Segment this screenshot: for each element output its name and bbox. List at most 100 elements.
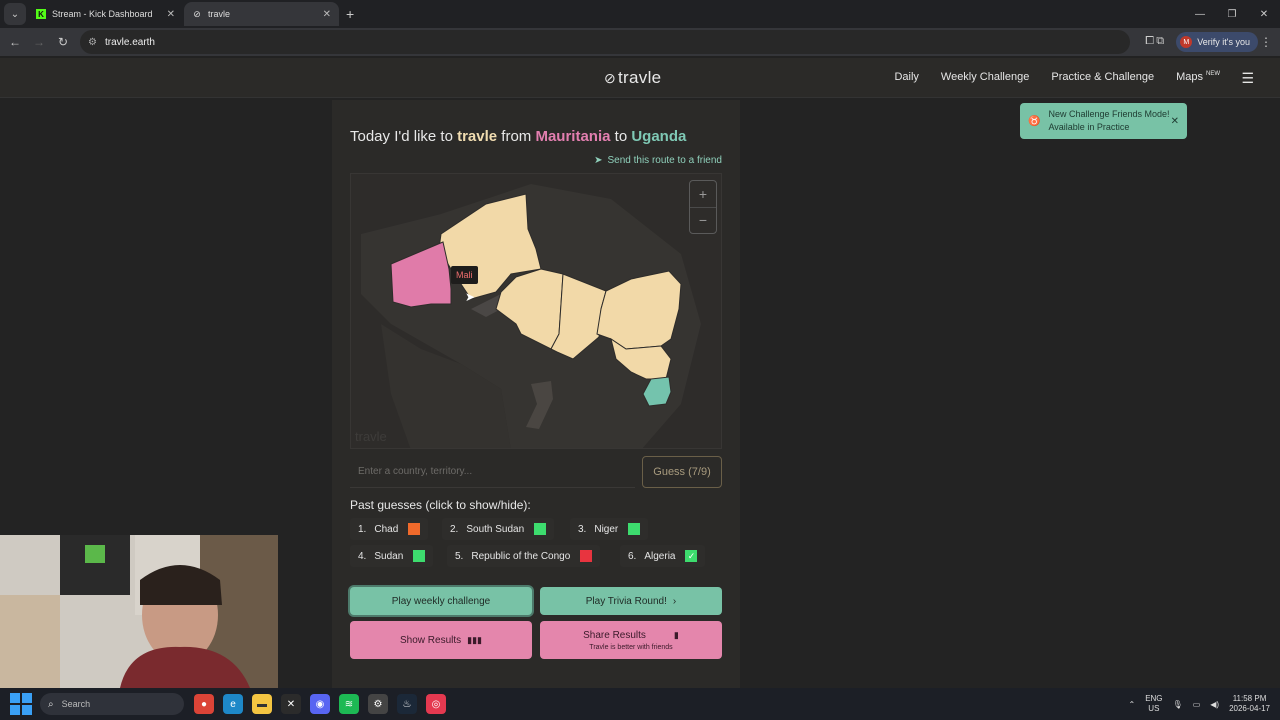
maximize-button[interactable]: ❐ — [1216, 0, 1248, 28]
browser-menu-icon[interactable]: ⋮ — [1260, 35, 1272, 49]
map-svg[interactable] — [351, 174, 722, 449]
hamburger-menu-icon[interactable]: ☰ — [1241, 70, 1254, 87]
install-app-icon[interactable]: ⧉ — [1156, 35, 1164, 48]
capcut-icon[interactable]: ✕ — [281, 694, 301, 714]
volume-icon[interactable]: ◀) — [1210, 700, 1219, 709]
file-explorer-icon[interactable]: ▬ — [252, 694, 272, 714]
chevron-right-icon: › — [672, 595, 677, 607]
button-label: Show Results — [400, 634, 462, 646]
webcam-image — [0, 535, 278, 688]
site-logo[interactable]: ⊘ travle — [604, 68, 661, 88]
windows-taskbar: ⌕ Search ● e ▬ ✕ ◉ ≋ ⚙ ♨ ◎ ⌃ ENG US 🎙 ▭ … — [0, 688, 1280, 720]
tab-title: travle — [208, 9, 231, 19]
verify-label: Verify it's you — [1197, 37, 1250, 47]
zoom-in-button[interactable]: + — [690, 181, 716, 207]
extensions-icon[interactable]: ⧠ — [1145, 35, 1154, 48]
check-icon: ✓ — [685, 550, 698, 562]
url-text: travle.earth — [104, 36, 155, 48]
route-map[interactable]: + − Mali ➤ travle — [350, 173, 722, 449]
discord-icon[interactable]: ◉ — [310, 694, 330, 714]
clipboard-icon: ▮ — [673, 629, 679, 640]
network-icon[interactable]: ▭ — [1193, 700, 1201, 709]
guess-number: 6. — [628, 550, 637, 562]
lang-region: US — [1148, 704, 1160, 713]
tab-kick-dashboard[interactable]: K Stream - Kick Dashboard ✕ — [28, 2, 183, 26]
nav-maps[interactable]: Maps NEW — [1176, 71, 1220, 83]
map-watermark: travle — [355, 429, 387, 444]
webcam-overlay — [0, 535, 278, 688]
headline-brand: travle — [457, 128, 498, 145]
window-controls: — ❐ ✕ — [1184, 0, 1280, 28]
guess-chip[interactable]: 6. Algeria ✓ — [620, 545, 706, 567]
show-results-button[interactable]: Show Results ▮▮▮ — [350, 621, 532, 659]
steam-icon[interactable]: ♨ — [397, 694, 417, 714]
send-route-link[interactable]: ➤ Send this route to a friend — [594, 155, 722, 166]
play-trivia-button[interactable]: Play Trivia Round! › — [540, 587, 722, 615]
reload-button[interactable]: ↻ — [51, 30, 75, 54]
close-tab-icon[interactable]: ✕ — [167, 9, 175, 20]
headline-text: from — [501, 128, 532, 145]
guess-country: South Sudan — [466, 523, 525, 535]
button-label: Play weekly challenge — [391, 595, 491, 607]
clock-date: 2026-04-17 — [1229, 704, 1270, 713]
close-tab-icon[interactable]: ✕ — [323, 9, 331, 20]
edge-icon[interactable]: e — [223, 694, 243, 714]
share-results-button[interactable]: Share Results ▮ Travle is better with fr… — [540, 621, 722, 659]
search-label: Search — [61, 699, 91, 709]
tab-title: Stream - Kick Dashboard — [52, 9, 153, 19]
nav-practice-challenge[interactable]: Practice & Challenge — [1051, 71, 1154, 83]
guess-country: Republic of the Congo — [471, 550, 571, 562]
guess-chip[interactable]: 1. Chad — [350, 518, 429, 540]
chevron-up-icon[interactable]: ⌃ — [1128, 700, 1135, 709]
tab-search-button[interactable]: ⌄ — [4, 3, 26, 25]
guess-chip[interactable]: 5. Republic of the Congo — [447, 545, 601, 567]
button-sublabel: Travle is better with friends — [589, 643, 673, 651]
language-indicator[interactable]: ENG US — [1145, 694, 1162, 714]
taskbar-search[interactable]: ⌕ Search — [40, 693, 184, 715]
guess-color-square — [628, 523, 641, 535]
guess-number: 2. — [450, 523, 459, 535]
clock[interactable]: 11:58 PM 2026-04-17 — [1229, 694, 1270, 714]
chrome-icon[interactable]: ● — [194, 694, 214, 714]
windows-start-icon[interactable] — [10, 693, 32, 715]
site-info-icon[interactable]: ⚙ — [88, 37, 97, 48]
kick-icon: K — [36, 9, 46, 19]
microphone-icon[interactable]: 🎙 — [1173, 700, 1183, 709]
back-button[interactable]: ← — [3, 30, 27, 54]
guess-button[interactable]: Guess (7/9) — [642, 456, 722, 488]
bar-chart-icon: ▮▮▮ — [467, 634, 482, 645]
forward-button[interactable]: → — [27, 30, 51, 54]
guess-number: 4. — [358, 550, 367, 562]
guess-chip[interactable]: 4. Sudan — [350, 545, 434, 567]
headline-text: Today I'd like to — [350, 128, 453, 145]
tab-travle[interactable]: ⊘ travle ✕ — [184, 2, 339, 26]
compass-icon: ⊘ — [193, 8, 201, 19]
guess-chip[interactable]: 3. Niger — [570, 518, 649, 540]
send-route-label: Send this route to a friend — [607, 155, 722, 166]
zoom-controls: + − — [689, 180, 717, 234]
nav-weekly-challenge[interactable]: Weekly Challenge — [941, 71, 1029, 83]
guess-chip[interactable]: 2. South Sudan — [442, 518, 555, 540]
headline-text: to — [614, 128, 628, 145]
obs-icon[interactable]: ◎ — [426, 694, 446, 714]
guess-country: Niger — [594, 523, 619, 535]
nav-maps-label: Maps — [1176, 71, 1203, 83]
minimize-button[interactable]: — — [1184, 0, 1216, 28]
new-tab-button[interactable]: + — [346, 6, 354, 22]
guess-country: Chad — [374, 523, 399, 535]
play-weekly-challenge-button[interactable]: Play weekly challenge — [350, 587, 532, 615]
country-guess-input[interactable] — [350, 456, 635, 488]
app-icon[interactable]: ⚙ — [368, 694, 388, 714]
taskbar-apps: ● e ▬ ✕ ◉ ≋ ⚙ ♨ ◎ — [194, 694, 446, 714]
verify-profile-button[interactable]: M Verify it's you — [1176, 32, 1258, 52]
close-toast-icon[interactable]: ✕ — [1171, 116, 1179, 127]
mouse-cursor-icon: ➤ — [465, 290, 476, 304]
zoom-out-button[interactable]: − — [690, 206, 716, 234]
spotify-icon[interactable]: ≋ — [339, 694, 359, 714]
nav-daily[interactable]: Daily — [894, 71, 918, 83]
address-bar[interactable]: ⚙ travle.earth — [80, 30, 1130, 54]
logo-text: travle — [618, 68, 662, 87]
close-window-button[interactable]: ✕ — [1248, 0, 1280, 28]
game-card: Today I'd like to travle from Mauritania… — [332, 100, 740, 690]
country-tooltip: Mali — [451, 266, 478, 284]
